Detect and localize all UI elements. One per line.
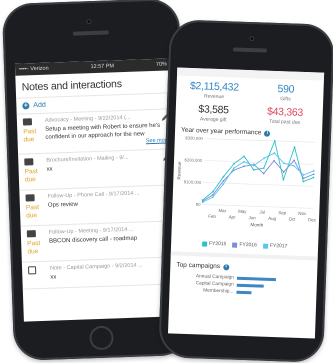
x-tick-label: Sep — [278, 210, 287, 215]
y-tick-label: $100,000 — [184, 179, 202, 185]
note-meta: Advocacy - Meeting - 9/22/2014 (... — [44, 114, 131, 124]
plus-icon: + — [22, 102, 30, 110]
x-tick-label: Nov — [298, 211, 307, 216]
add-label: Add — [33, 101, 46, 110]
note-meta: Note - Capital Campaign - 9/2/2014 ... — [49, 262, 143, 272]
note-body: Note - Capital Campaign - 9/2/2014 ... xx — [50, 261, 175, 282]
legend-swatch — [232, 242, 238, 248]
note-body: Advocacy - Meeting - 9/22/2014 (... Setup… — [45, 113, 170, 147]
legend-swatch — [201, 240, 207, 247]
note-item[interactable]: Past due Follow-Up - Phone Call - 9/17/20… — [19, 185, 177, 227]
legend-swatch — [262, 243, 268, 249]
note-left: Past due — [24, 158, 47, 185]
note-meta: Follow-Up - Phone Call - 9/17/2014 ... — [47, 190, 140, 200]
campaign-bar — [236, 276, 276, 282]
note-meta: Brochure/Invitation - Mailing - 9/... — [46, 154, 129, 164]
gridline — [204, 138, 315, 143]
note-item[interactable]: Note - Capital Campaign - 9/2/2014 ... xx — [21, 257, 179, 290]
series-line-fy2015[interactable] — [202, 139, 315, 204]
past-due-label: Past due — [23, 128, 37, 144]
campaigns-list: Annual Campaign Capital Campaign Membershi… — [169, 272, 317, 298]
x-tick-label: Mar — [218, 208, 226, 213]
note-left: Past due — [25, 194, 48, 221]
note-body: Brochure/Invitation - Mailing - 9/... xx — [46, 153, 171, 183]
series-line-fy2016[interactable] — [202, 157, 314, 205]
megaphone-icon — [24, 158, 34, 166]
legend-label: FY2017 — [269, 242, 288, 250]
kpi-tile[interactable]: $43,363 Total past due — [249, 105, 321, 126]
speaker — [72, 30, 109, 36]
x-tick-label: Jun — [248, 215, 256, 220]
yoy-line-chart: $0$100,000$200,000$300,000RevenueMar May J… — [176, 135, 317, 227]
kpi-label: Total past due — [268, 118, 301, 126]
note-body: Follow-Up - Phone Call - 9/17/2014 ... Op… — [47, 189, 172, 219]
kpi-value: $3,585 — [198, 103, 229, 117]
campaigns-title: Top campaigns — [176, 261, 221, 271]
note-item[interactable]: Past due Advocacy - Meeting - 9/22/2014 (… — [16, 109, 174, 155]
megaphone-icon — [22, 118, 33, 126]
kpi-value: $2,115,432 — [189, 79, 239, 94]
y-tick-label: $200,000 — [184, 157, 202, 163]
calendar-icon — [27, 266, 37, 275]
y-tick-label: $0 — [196, 202, 202, 207]
kpi-tile[interactable]: 590 Gifts — [250, 82, 322, 103]
note-body: Follow-Up - Meeting - 9/17/2014 ... BBCON… — [49, 225, 174, 255]
note-left: Past due — [22, 118, 46, 149]
note-item[interactable]: Past due Brochure/Invitation - Mailing - … — [18, 149, 176, 191]
x-tick-label: Feb — [208, 214, 216, 219]
front-camera — [86, 19, 92, 25]
dashboard-screen: $2,115,432 Revenue 590 Gifts $3,585 Average g… — [167, 67, 325, 339]
past-due-label: Past due — [25, 204, 40, 220]
info-icon[interactable]: i — [222, 263, 230, 270]
x-tick-label: Dec — [308, 217, 317, 222]
notes-screen: ••••◦ Verizon 12:57 PM 70% Notes and int… — [14, 58, 180, 322]
kpi-value: $43,363 — [266, 105, 304, 119]
speaker — [232, 47, 267, 53]
campaign-bar — [236, 290, 252, 295]
megaphone-icon — [26, 230, 36, 238]
info-icon[interactable]: i — [264, 130, 271, 137]
clock-label: 12:57 PM — [90, 63, 115, 71]
legend-item[interactable]: FY2017 — [262, 242, 288, 250]
note-left: Past due — [26, 230, 50, 257]
kpi-grid: $2,115,432 Revenue 590 Gifts $3,585 Average g… — [175, 76, 324, 127]
x-tick-label: May — [238, 209, 247, 214]
note-item[interactable]: Past due Follow-Up - Meeting - 9/17/2014 … — [20, 221, 178, 263]
kpi-tile[interactable]: $3,585 Average gift — [177, 103, 249, 124]
front-camera — [249, 36, 255, 42]
notes-list: Past due Advocacy - Meeting - 9/22/2014 (… — [16, 109, 179, 290]
carrier-label: ••••◦ Verizon — [19, 65, 49, 73]
x-tick-label: Apr — [229, 214, 237, 219]
home-button[interactable] — [89, 326, 114, 351]
battery-label: 70% — [155, 61, 168, 68]
note-meta: Follow-Up - Meeting - 9/17/2014 ... — [48, 226, 134, 236]
legend-label: FY2015 — [208, 240, 227, 248]
x-tick-label: Oct — [289, 216, 297, 221]
y-tick-label: $300,000 — [185, 135, 203, 141]
note-left — [27, 266, 51, 283]
legend-item[interactable]: FY2016 — [232, 241, 257, 249]
kpi-tile[interactable]: $2,115,432 Revenue — [178, 80, 250, 101]
campaign-name: Membership... — [203, 288, 234, 295]
past-due-label: Past due — [27, 240, 41, 256]
section-divider — [170, 251, 318, 261]
x-tick-label: Aug — [268, 216, 277, 221]
campaigns-header: Top campaigns i — [170, 261, 317, 273]
kpi-label: Gifts — [280, 96, 291, 103]
phone-dashboard: $2,115,432 Revenue 590 Gifts $3,585 Average g… — [158, 19, 333, 363]
past-due-label: Past due — [24, 168, 38, 184]
kpi-label: Revenue — [203, 93, 225, 101]
megaphone-icon — [25, 194, 35, 202]
legend-label: FY2016 — [239, 241, 257, 249]
kpi-label: Average gift — [199, 116, 227, 124]
campaign-bar — [236, 283, 264, 288]
x-axis-label: Month — [250, 222, 263, 227]
x-tick-label: Jul — [259, 209, 265, 214]
legend-item[interactable]: FY2015 — [201, 240, 227, 248]
kpi-value: 590 — [277, 83, 295, 96]
y-axis-label: Revenue — [176, 161, 182, 180]
